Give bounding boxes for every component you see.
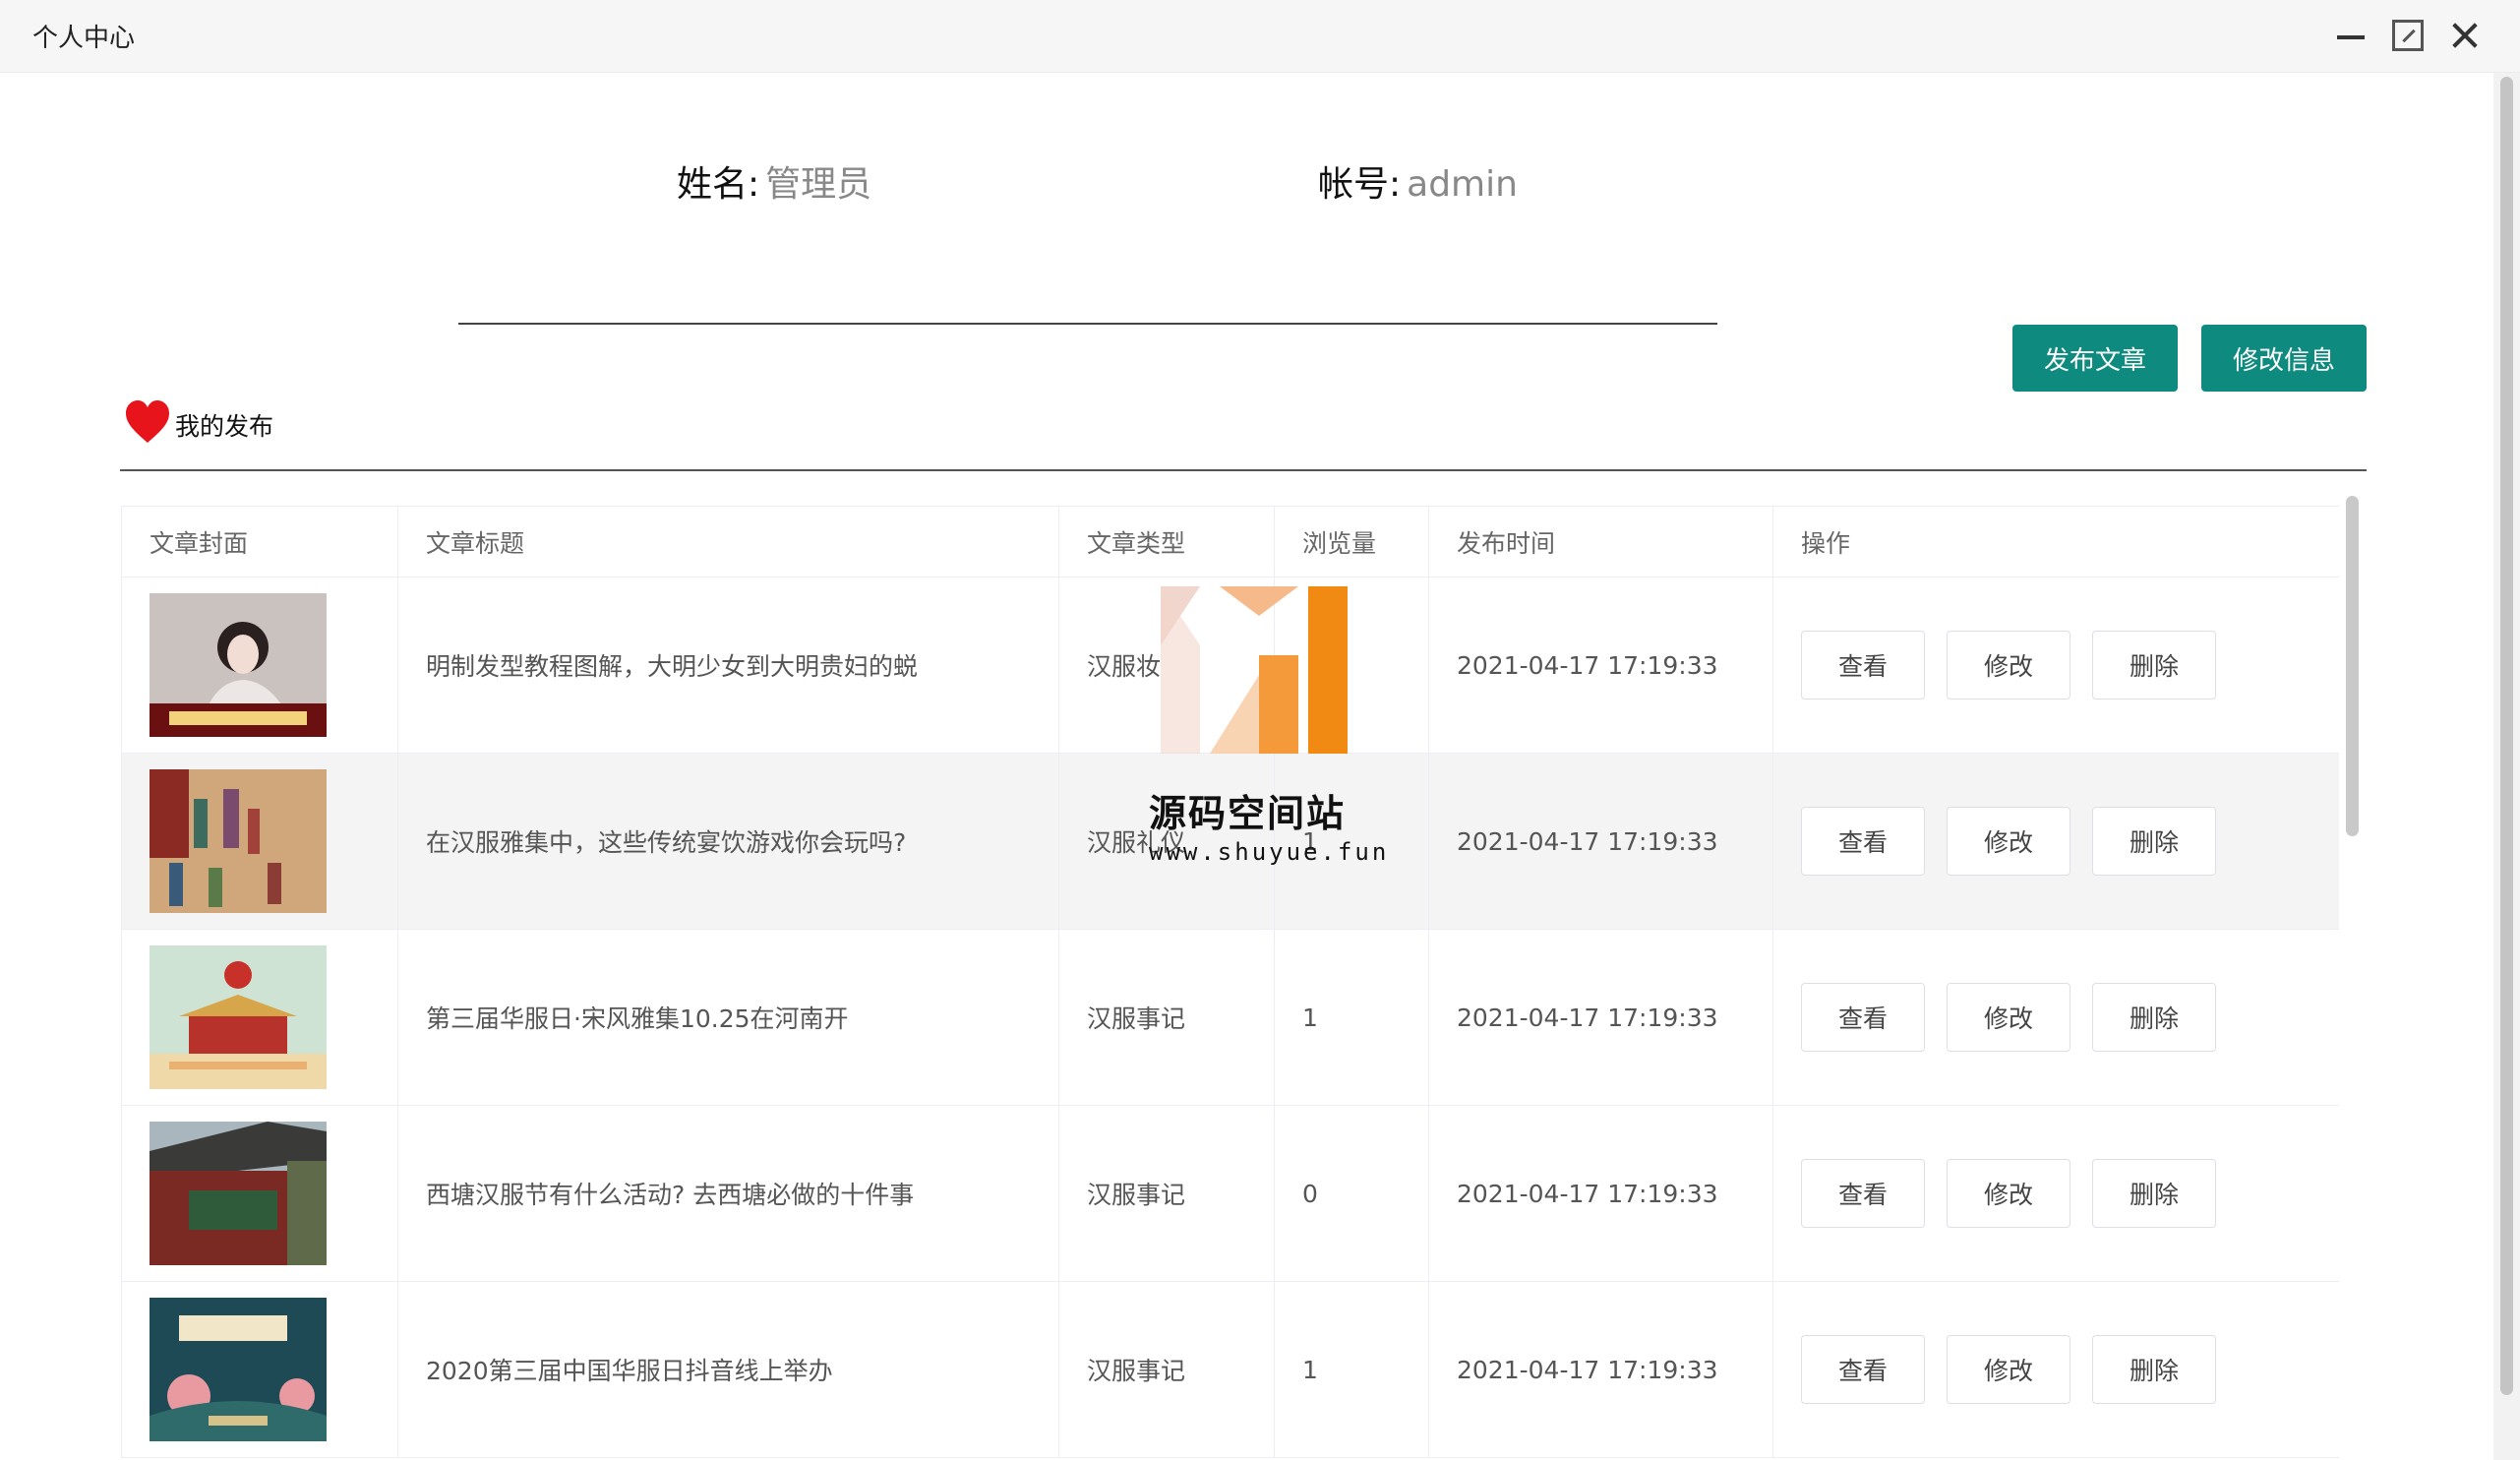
my-posts-header: 我的发布	[124, 399, 273, 445]
view-button[interactable]: 查看	[1801, 983, 1925, 1052]
col-cover: 文章封面	[121, 506, 398, 578]
maximize-icon[interactable]	[2392, 20, 2424, 51]
table-row: 西塘汉服节有什么活动? 去西塘必做的十件事 汉服事记 0 2021-04-17 …	[121, 1105, 2339, 1282]
col-views: 浏览量	[1274, 506, 1429, 578]
col-time: 发布时间	[1428, 506, 1773, 578]
cover-cell	[121, 577, 398, 754]
view-button[interactable]: 查看	[1801, 1159, 1925, 1228]
cover-image[interactable]	[150, 1298, 327, 1441]
delete-button[interactable]: 删除	[2092, 983, 2216, 1052]
watermark-url: www.shuyue.fun	[1149, 838, 1390, 866]
delete-button[interactable]: 删除	[2092, 1159, 2216, 1228]
title-cell: 明制发型教程图解，大明少女到大明贵妇的蜕	[397, 577, 1059, 754]
posts-table-container: 文章封面 文章标题 文章类型 浏览量 发布时间 操作 明制发型教程图解，大明少女…	[121, 506, 2339, 1460]
cover-cell	[121, 1105, 398, 1282]
table-scrollbar-thumb[interactable]	[2346, 496, 2359, 836]
cover-cell	[121, 929, 398, 1106]
cover-cell	[121, 1281, 398, 1458]
views-cell	[1274, 577, 1429, 754]
col-actions: 操作	[1772, 506, 2339, 578]
table-row: 第三届华服日·宋风雅集10.25在河南开 汉服事记 1 2021-04-17 1…	[121, 929, 2339, 1106]
edit-button[interactable]: 修改	[1947, 1159, 2070, 1228]
title-cell: 第三届华服日·宋风雅集10.25在河南开	[397, 929, 1059, 1106]
profile-account: 帐号: admin	[1318, 155, 1518, 207]
profile-divider	[458, 323, 1717, 325]
type-cell: 汉服事记	[1058, 929, 1275, 1106]
minimize-icon[interactable]	[2335, 20, 2367, 51]
time-cell: 2021-04-17 17:19:33	[1428, 753, 1773, 930]
table-row: 2020第三届中国华服日抖音线上举办 汉服事记 1 2021-04-17 17:…	[121, 1281, 2339, 1458]
name-value: 管理员	[765, 164, 872, 205]
actions-cell: 查看 修改 删除	[1772, 1281, 2339, 1458]
type-cell: 汉服妆	[1058, 577, 1275, 754]
cover-image[interactable]	[150, 1122, 327, 1265]
edit-info-button[interactable]: 修改信息	[2201, 325, 2367, 392]
actions-cell: 查看 修改 删除	[1772, 577, 2339, 754]
section-divider	[120, 469, 2367, 471]
table-row: 明制发型教程图解，大明少女到大明贵妇的蜕 汉服妆 2021-04-17 17:1…	[121, 577, 2339, 754]
time-cell: 2021-04-17 17:19:33	[1428, 1281, 1773, 1458]
actions-cell: 查看 修改 删除	[1772, 929, 2339, 1106]
window-title: 个人中心	[32, 24, 136, 53]
delete-button[interactable]: 删除	[2092, 631, 2216, 700]
view-button[interactable]: 查看	[1801, 631, 1925, 700]
views-cell: 0	[1274, 1105, 1429, 1282]
cover-image[interactable]	[150, 945, 327, 1089]
cover-image[interactable]	[150, 769, 327, 913]
publish-article-button[interactable]: 发布文章	[2012, 325, 2178, 392]
views-cell: 1	[1274, 1281, 1429, 1458]
my-posts-title: 我的发布	[175, 412, 274, 441]
delete-button[interactable]: 删除	[2092, 1335, 2216, 1404]
view-button[interactable]: 查看	[1801, 807, 1925, 876]
col-title: 文章标题	[397, 506, 1059, 578]
type-cell: 汉服事记	[1058, 1105, 1275, 1282]
actions-cell: 查看 修改 删除	[1772, 753, 2339, 930]
close-icon[interactable]	[2449, 20, 2481, 51]
title-cell: 在汉服雅集中，这些传统宴饮游戏你会玩吗?	[397, 753, 1059, 930]
profile-info: 姓名: 管理员 帐号: admin	[0, 155, 2520, 214]
account-label: 帐号:	[1318, 164, 1402, 205]
view-button[interactable]: 查看	[1801, 1335, 1925, 1404]
table-header-row: 文章封面 文章标题 文章类型 浏览量 发布时间 操作	[121, 506, 2339, 578]
edit-button[interactable]: 修改	[1947, 807, 2070, 876]
name-label: 姓名:	[677, 164, 760, 205]
heart-icon	[124, 399, 171, 445]
edit-button[interactable]: 修改	[1947, 631, 2070, 700]
actions-cell: 查看 修改 删除	[1772, 1105, 2339, 1282]
account-value: admin	[1407, 164, 1518, 205]
table-scrollbar[interactable]	[2341, 490, 2365, 1460]
title-cell: 西塘汉服节有什么活动? 去西塘必做的十件事	[397, 1105, 1059, 1282]
page-scrollbar[interactable]	[2493, 73, 2520, 1460]
time-cell: 2021-04-17 17:19:33	[1428, 929, 1773, 1106]
page-scrollbar-thumb[interactable]	[2500, 77, 2513, 1395]
type-cell: 汉服事记	[1058, 1281, 1275, 1458]
window-controls	[2335, 20, 2481, 51]
views-cell: 1	[1274, 929, 1429, 1106]
watermark-name: 源码空间站	[1149, 792, 1347, 835]
profile-name: 姓名: 管理员	[677, 155, 871, 207]
edit-button[interactable]: 修改	[1947, 983, 2070, 1052]
cover-image[interactable]	[150, 593, 327, 737]
edit-button[interactable]: 修改	[1947, 1335, 2070, 1404]
window-titlebar: 个人中心	[0, 0, 2520, 73]
posts-table: 文章封面 文章标题 文章类型 浏览量 发布时间 操作 明制发型教程图解，大明少女…	[121, 506, 2339, 1458]
col-type: 文章类型	[1058, 506, 1275, 578]
delete-button[interactable]: 删除	[2092, 807, 2216, 876]
time-cell: 2021-04-17 17:19:33	[1428, 577, 1773, 754]
cover-cell	[121, 753, 398, 930]
time-cell: 2021-04-17 17:19:33	[1428, 1105, 1773, 1282]
title-cell: 2020第三届中国华服日抖音线上举办	[397, 1281, 1059, 1458]
